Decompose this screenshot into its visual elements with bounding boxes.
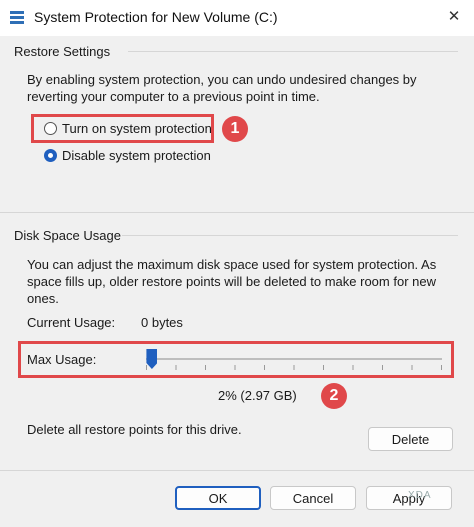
disable-protection-label: Disable system protection bbox=[62, 148, 211, 163]
max-usage-value: 2% (2.97 GB) bbox=[218, 388, 297, 403]
section-divider bbox=[0, 212, 474, 213]
xda-watermark: XDA bbox=[408, 490, 432, 501]
current-usage-label: Current Usage: bbox=[27, 315, 116, 330]
annotation-badge-2: 2 bbox=[321, 383, 347, 409]
disk-space-description: You can adjust the maximum disk space us… bbox=[27, 257, 437, 306]
current-usage-value: 0 bytes bbox=[141, 315, 183, 330]
disable-protection-radio[interactable]: Disable system protection bbox=[44, 148, 211, 163]
max-usage-label: Max Usage: bbox=[27, 352, 97, 367]
group-divider bbox=[128, 51, 458, 52]
group-divider bbox=[122, 235, 458, 236]
close-icon[interactable]: ✕ bbox=[440, 5, 468, 29]
radio-unselected-icon bbox=[44, 122, 57, 135]
annotation-badge-1: 1 bbox=[222, 116, 248, 142]
window-title: System Protection for New Volume (C:) bbox=[34, 9, 278, 25]
turn-on-protection-label: Turn on system protection bbox=[62, 121, 212, 136]
cancel-button[interactable]: Cancel bbox=[270, 486, 356, 510]
restore-settings-description: By enabling system protection, you can u… bbox=[27, 72, 417, 104]
disk-space-heading: Disk Space Usage bbox=[14, 228, 121, 243]
title-bar: System Protection for New Volume (C:) ✕ bbox=[0, 0, 474, 36]
slider-ticks bbox=[146, 365, 442, 370]
restore-settings-heading: Restore Settings bbox=[14, 44, 111, 59]
system-properties-icon bbox=[10, 10, 24, 24]
turn-on-protection-radio[interactable]: Turn on system protection bbox=[44, 121, 212, 136]
delete-restore-points-text: Delete all restore points for this drive… bbox=[27, 422, 242, 437]
radio-selected-icon bbox=[44, 149, 57, 162]
delete-button[interactable]: Delete bbox=[368, 427, 453, 451]
max-usage-slider-track[interactable] bbox=[146, 358, 442, 360]
footer-divider bbox=[0, 470, 474, 471]
ok-button[interactable]: OK bbox=[175, 486, 261, 510]
